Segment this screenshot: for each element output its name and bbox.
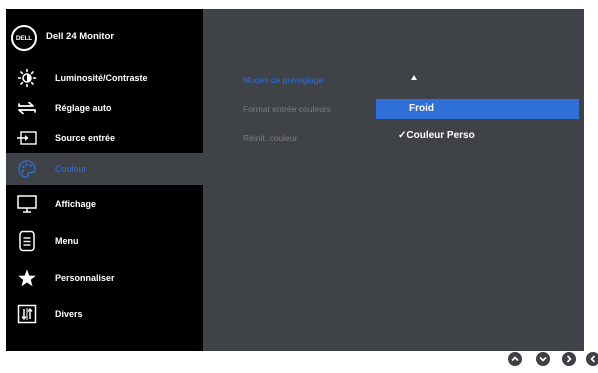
osd-header: DELL Dell 24 Monitor	[6, 9, 203, 63]
choice-froid[interactable]: Froid	[376, 99, 579, 119]
back-icon	[589, 355, 597, 363]
option-reset-color[interactable]: Réinit. couleur	[243, 133, 297, 143]
sidebar-item-auto-adjust[interactable]: Réglage auto	[6, 93, 203, 123]
choice-label: Froid	[409, 103, 434, 114]
up-icon	[511, 355, 519, 363]
monitor-title: Dell 24 Monitor	[46, 31, 115, 42]
sidebar-item-label: Luminosité/Contraste	[55, 73, 148, 83]
nav-down-button[interactable]	[536, 352, 550, 366]
option-preset-modes[interactable]: Modes de préréglage	[243, 75, 323, 85]
sidebar-item-label: Couleur	[55, 164, 87, 174]
sidebar-item-label: Affichage	[55, 199, 97, 209]
monitor-osd: DELL Dell 24 Monitor Luminosité/Contrast…	[6, 9, 584, 351]
sidebar-item-input-source[interactable]: Source entrée	[6, 123, 203, 153]
nav-back-button[interactable]	[586, 352, 598, 366]
brightness-icon	[16, 68, 38, 88]
sidebar-item-brightness-contrast[interactable]: Luminosité/Contraste	[6, 63, 203, 93]
scroll-up-indicator	[411, 75, 417, 80]
sidebar-item-label: Réglage auto	[55, 103, 112, 113]
sidebar-item-label: Menu	[55, 236, 79, 246]
main-panel: Modes de préréglage Format entrée couleu…	[203, 9, 584, 351]
auto-adjust-icon	[16, 98, 38, 118]
sidebar-item-label: Source entrée	[55, 133, 116, 143]
star-icon	[16, 268, 38, 288]
dell-logo: DELL	[11, 25, 37, 51]
nav-right-button[interactable]	[562, 352, 576, 366]
right-icon	[565, 355, 573, 363]
menu-icon	[16, 230, 38, 252]
sidebar-item-display[interactable]: Affichage	[6, 187, 203, 221]
sidebar-item-personalize[interactable]: Personnaliser	[6, 261, 203, 295]
sidebar-item-menu[interactable]: Menu	[6, 223, 203, 259]
option-input-color-format[interactable]: Format entrée couleurs	[243, 104, 331, 114]
sidebar-item-label: Personnaliser	[55, 273, 115, 283]
down-icon	[539, 355, 547, 363]
sidebar-item-color[interactable]: Couleur	[6, 153, 203, 185]
sidebar: DELL Dell 24 Monitor Luminosité/Contrast…	[6, 9, 203, 351]
sidebar-item-others[interactable]: Divers	[6, 297, 203, 331]
sidebar-item-label: Divers	[55, 309, 83, 319]
others-icon	[16, 304, 38, 324]
choice-couleur-perso[interactable]: ✓Couleur Perso	[398, 130, 475, 141]
color-palette-icon	[16, 159, 38, 179]
nav-up-button[interactable]	[508, 352, 522, 366]
input-source-icon	[16, 128, 38, 148]
display-icon	[16, 194, 38, 214]
